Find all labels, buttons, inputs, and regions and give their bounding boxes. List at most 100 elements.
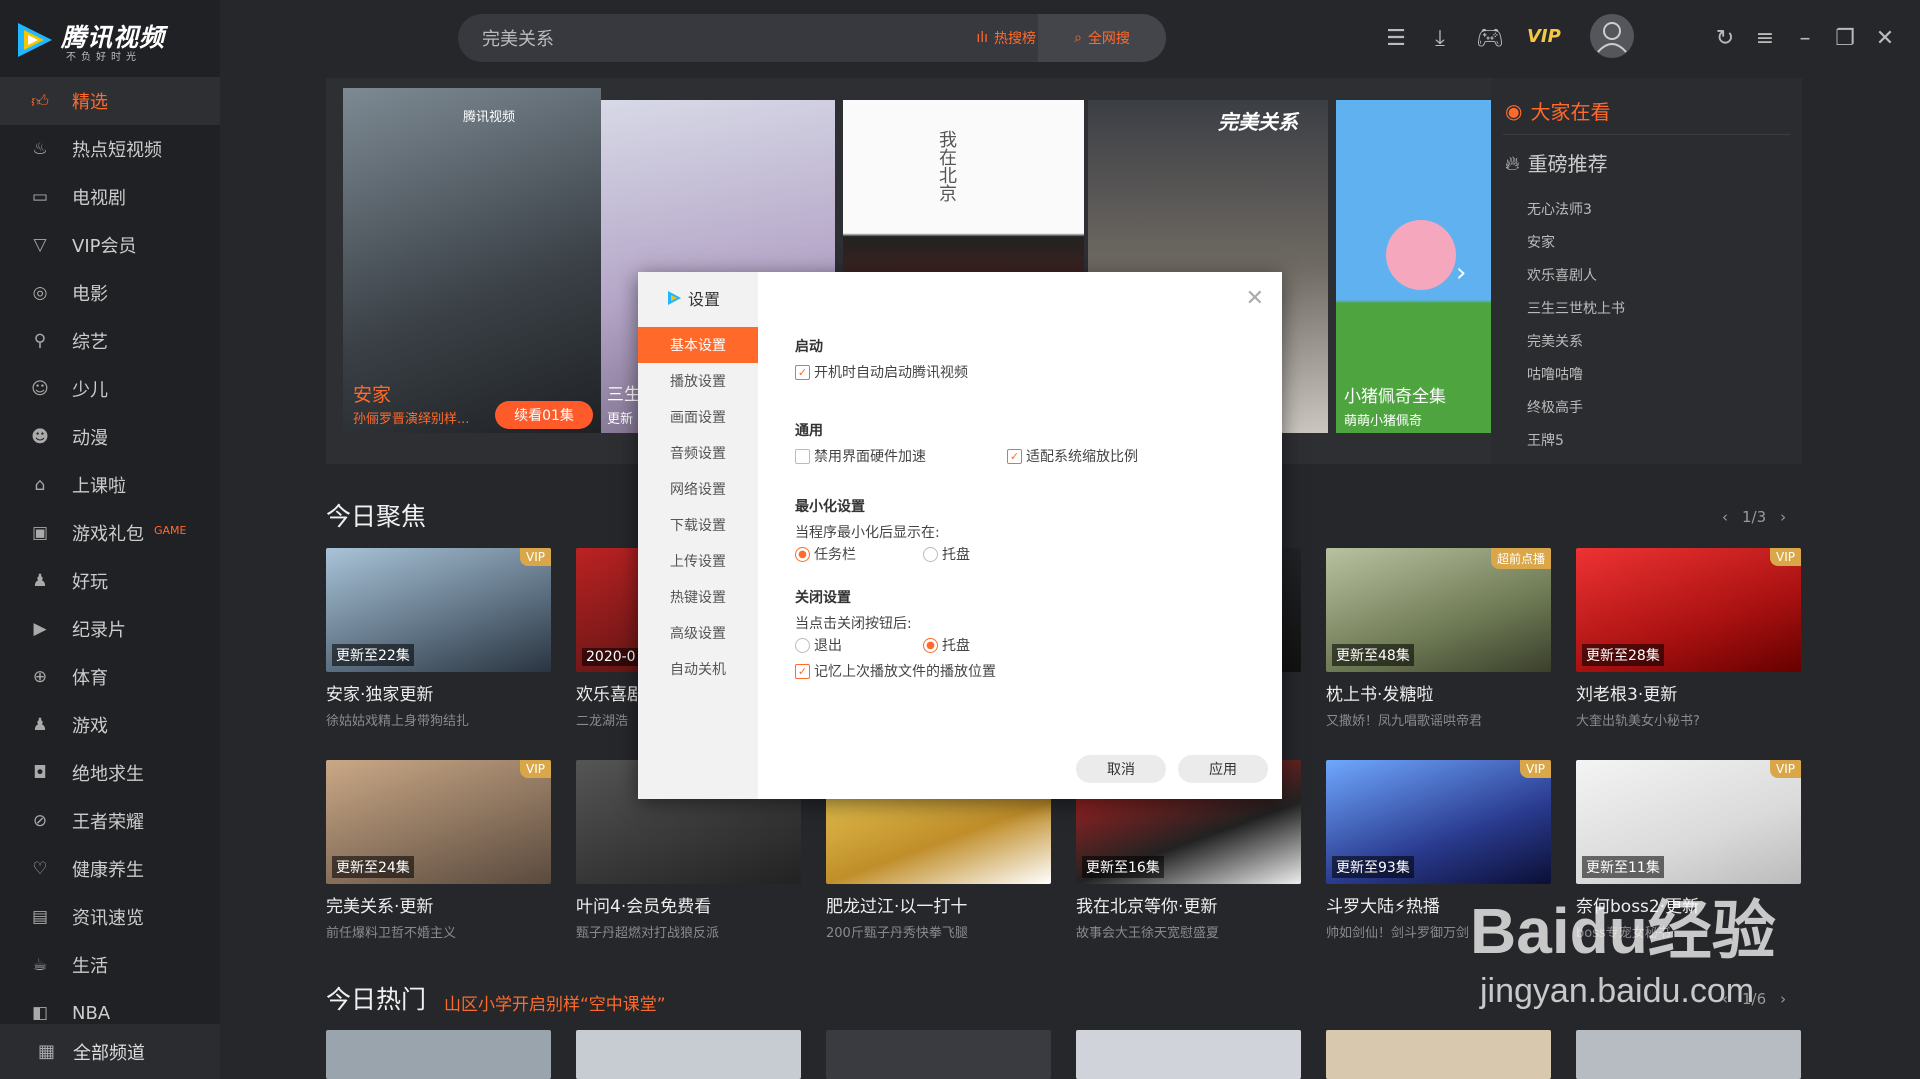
sidebar-item-9[interactable]: ▣ 游戏礼包 GAME: [0, 509, 220, 557]
settings-tab-4[interactable]: 网络设置: [638, 471, 758, 507]
sidebar-item-14[interactable]: ◘ 绝地求生: [0, 749, 220, 797]
hot-video-thumbnail[interactable]: [1576, 1030, 1801, 1079]
hotnow-subtitle[interactable]: 山区小学开启别样“空中课堂”: [444, 990, 666, 1015]
gamepad-icon: ▣: [31, 523, 49, 543]
autostart-checkbox[interactable]: ✓ 开机时自动启动腾讯视频: [795, 362, 968, 382]
settings-tab-1[interactable]: 播放设置: [638, 363, 758, 399]
sidebar-item-7[interactable]: ☻ 动漫: [0, 413, 220, 461]
settings-tab-2[interactable]: 画面设置: [638, 399, 758, 435]
disable-hw-checkbox[interactable]: 禁用界面硬件加速: [795, 446, 926, 466]
sidebar-item-16[interactable]: ♡ 健康养生: [0, 845, 220, 893]
card-title[interactable]: 叶问4·会员免费看: [576, 892, 711, 917]
chevron-left-icon[interactable]: ‹: [1722, 508, 1728, 526]
sidebar-item-11[interactable]: ▶ 纪录片: [0, 605, 220, 653]
video-card-thumbnail[interactable]: VIP 更新至22集: [326, 548, 551, 672]
cancel-button[interactable]: 取消: [1076, 755, 1166, 783]
settings-tab-3[interactable]: 音频设置: [638, 435, 758, 471]
download-icon[interactable]: ⤓: [1424, 22, 1456, 54]
hot-search-button[interactable]: ılı 热搜榜: [976, 14, 1036, 62]
banner-slide-1[interactable]: 腾讯视频 安家 孙俪罗晋演绎别样... 续看01集: [343, 88, 601, 433]
sidebar-item-18[interactable]: ☕︎ 生活: [0, 941, 220, 989]
card-title[interactable]: 刘老根3·更新: [1576, 680, 1677, 705]
chevron-right-icon[interactable]: ›: [1780, 990, 1786, 1008]
settings-tab-9[interactable]: 自动关机: [638, 651, 758, 687]
card-title[interactable]: 枕上书·发糖啦: [1326, 680, 1433, 705]
search-input[interactable]: [482, 14, 902, 62]
minimize-tray-radio[interactable]: 托盘: [923, 544, 970, 564]
chevron-right-icon[interactable]: ›: [1456, 258, 1466, 288]
card-title[interactable]: 欢乐喜剧: [576, 680, 644, 705]
tray-label: 托盘: [942, 547, 970, 563]
settings-tab-0[interactable]: 基本设置: [638, 327, 758, 363]
card-title[interactable]: 肥龙过江·以一打十: [826, 892, 967, 917]
hot-list-item[interactable]: 无心法师3: [1527, 199, 1592, 219]
sidebar-item-5[interactable]: ⚲ 综艺: [0, 317, 220, 365]
hot-list-item[interactable]: 安家: [1527, 232, 1555, 252]
menu-icon[interactable]: ≡: [1749, 22, 1781, 54]
card-title[interactable]: 我在北京等你·更新: [1076, 892, 1217, 917]
restore-icon[interactable]: ❐: [1829, 22, 1861, 54]
scale-checkbox[interactable]: ✓ 适配系统缩放比例: [1007, 446, 1138, 466]
playlist-icon[interactable]: ☰: [1380, 22, 1412, 54]
all-channels-button[interactable]: ▦ 全部频道: [0, 1024, 220, 1079]
sidebar-item-17[interactable]: ▤ 资讯速览: [0, 893, 220, 941]
hot-list-item[interactable]: 三生三世枕上书: [1527, 298, 1625, 318]
card-title[interactable]: 斗罗大陆⚡热播: [1326, 892, 1440, 917]
apply-button[interactable]: 应用: [1178, 755, 1268, 783]
minimize-icon[interactable]: –: [1789, 22, 1821, 54]
sidebar-item-3[interactable]: ▽ VIP会员: [0, 221, 220, 269]
settings-tab-6[interactable]: 上传设置: [638, 543, 758, 579]
hot-list-item[interactable]: 终极高手: [1527, 397, 1583, 417]
refresh-icon[interactable]: ↻: [1709, 22, 1741, 54]
hot-video-thumbnail[interactable]: [1326, 1030, 1551, 1079]
sidebar-item-0[interactable]: 👍︎ 精选: [0, 77, 220, 125]
card-title[interactable]: 完美关系·更新: [326, 892, 433, 917]
banner-slide-5[interactable]: 小猪佩奇全集 萌萌小猪佩奇: [1336, 100, 1491, 433]
tab-recommend[interactable]: 🔥︎ 重磅推荐: [1505, 148, 1608, 177]
checkbox-box: [795, 448, 810, 464]
sidebar-item-label: 王者荣耀: [72, 812, 144, 833]
video-card-thumbnail[interactable]: 超前点播 更新至48集: [1326, 548, 1551, 672]
hot-video-thumbnail[interactable]: [826, 1030, 1051, 1079]
settings-tab-7[interactable]: 热键设置: [638, 579, 758, 615]
hot-list-item[interactable]: 完美关系: [1527, 331, 1583, 351]
chevron-right-icon[interactable]: ›: [1780, 508, 1786, 526]
hot-video-thumbnail[interactable]: [1076, 1030, 1301, 1079]
vip-button[interactable]: VIP: [1527, 26, 1561, 47]
taskbar-label: 任务栏: [814, 547, 856, 563]
camera-icon: ▶: [33, 619, 47, 639]
sidebar-item-1[interactable]: ♨ 热点短视频: [0, 125, 220, 173]
card-title[interactable]: 安家·独家更新: [326, 680, 433, 705]
sidebar-item-12[interactable]: ⊕ 体育: [0, 653, 220, 701]
close-tray-radio[interactable]: ● 托盘: [923, 635, 970, 655]
gamepad-icon[interactable]: 🎮︎: [1474, 22, 1506, 54]
sidebar-item-10[interactable]: ♟ 好玩: [0, 557, 220, 605]
sidebar-item-8[interactable]: ⌂ 上课啦: [0, 461, 220, 509]
sidebar-item-15[interactable]: ⊘ 王者荣耀: [0, 797, 220, 845]
web-search-button[interactable]: ⌕ 全网搜: [1038, 14, 1166, 62]
hot-list-item[interactable]: 王牌5: [1527, 430, 1564, 450]
settings-tab-5[interactable]: 下载设置: [638, 507, 758, 543]
app-logo[interactable]: 腾讯视频 不负好时光: [14, 18, 214, 63]
dialog-close-icon[interactable]: ✕: [1246, 286, 1264, 311]
close-icon[interactable]: ✕: [1869, 22, 1901, 54]
sidebar-item-4[interactable]: ◎ 电影: [0, 269, 220, 317]
sidebar-item-6[interactable]: ☺ 少儿: [0, 365, 220, 413]
avatar[interactable]: [1590, 14, 1634, 58]
minimize-taskbar-radio[interactable]: ● 任务栏: [795, 544, 856, 564]
video-card-thumbnail[interactable]: VIP 更新至24集: [326, 760, 551, 884]
video-card-thumbnail[interactable]: VIP 更新至93集: [1326, 760, 1551, 884]
hot-video-thumbnail[interactable]: [576, 1030, 801, 1079]
close-exit-radio[interactable]: 退出: [795, 635, 842, 655]
sidebar-item-2[interactable]: ▭ 电视剧: [0, 173, 220, 221]
hot-video-thumbnail[interactable]: [326, 1030, 551, 1079]
hot-list-item[interactable]: 欢乐喜剧人: [1527, 265, 1597, 285]
tab-watching[interactable]: ◉ 大家在看: [1505, 96, 1610, 125]
video-card-thumbnail[interactable]: VIP 更新至28集: [1576, 548, 1801, 672]
video-card-thumbnail[interactable]: VIP 更新至11集: [1576, 760, 1801, 884]
remember-position-checkbox[interactable]: ✓ 记忆上次播放文件的播放位置: [795, 661, 996, 681]
continue-watch-button[interactable]: 续看01集: [495, 401, 593, 429]
sidebar-item-13[interactable]: ♟ 游戏: [0, 701, 220, 749]
hot-list-item[interactable]: 咕噜咕噜: [1527, 364, 1583, 384]
settings-tab-8[interactable]: 高级设置: [638, 615, 758, 651]
